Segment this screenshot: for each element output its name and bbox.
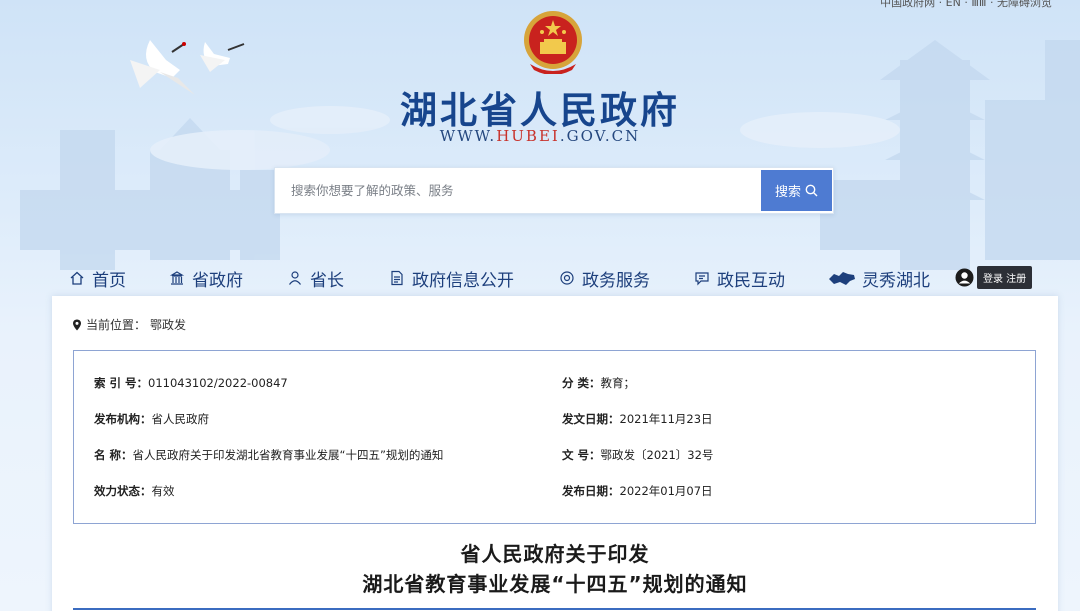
- nav-government[interactable]: 省政府: [168, 262, 243, 294]
- search-button-label: 搜索: [774, 185, 801, 200]
- meta-issue-date: 发文日期：2021年11月23日: [562, 412, 713, 426]
- search-button[interactable]: 搜索: [761, 170, 832, 211]
- person-icon: [286, 269, 304, 287]
- meta-status: 效力状态：有效: [94, 484, 175, 498]
- crane-bird-icon: [200, 42, 245, 72]
- nav-interaction[interactable]: 政民互动: [693, 262, 785, 294]
- location-pin-icon: [73, 319, 81, 330]
- document-title-line1: 省人民政府关于印发: [460, 542, 650, 566]
- meta-name: 名 称：省人民政府关于印发湖北省教育事业发展“十四五”规划的通知: [94, 448, 444, 462]
- meta-category: 分 类：教育；: [562, 376, 636, 390]
- search-bar: 搜索: [274, 167, 834, 214]
- meta-publisher: 发布机构：省人民政府: [94, 412, 209, 426]
- nav-services[interactable]: 政务服务: [558, 262, 650, 294]
- search-input[interactable]: [275, 168, 761, 213]
- main-nav: 首页 省政府 省长 政府信息公开 政务服务 政民互动 灵秀湖北 登录 注册: [0, 262, 1080, 294]
- service-icon: [558, 269, 576, 287]
- content-panel: 当前位置： 鄂政发 索 引 号：011043102/2022-00847 分 类：…: [52, 296, 1058, 611]
- meta-index: 索 引 号：011043102/2022-00847: [94, 376, 288, 390]
- nav-gov-info[interactable]: 政府信息公开: [388, 262, 514, 294]
- breadcrumb-prefix: 当前位置：: [86, 318, 147, 332]
- hubei-map-icon: [828, 269, 856, 287]
- nav-lingxiu-hubei[interactable]: 灵秀湖北: [828, 262, 930, 294]
- user-avatar-icon: [955, 268, 974, 287]
- home-icon: [68, 269, 86, 287]
- login-register-button[interactable]: 登录 注册: [977, 266, 1033, 289]
- nav-governor[interactable]: 省长: [286, 262, 344, 294]
- meta-doc-number: 文 号：鄂政发〔2021〕32号: [562, 448, 714, 462]
- building-icon: [168, 269, 186, 287]
- breadcrumb: 当前位置： 鄂政发: [72, 316, 186, 333]
- meta-publish-date: 发布日期：2022年01月07日: [562, 484, 713, 498]
- document-metadata: 索 引 号：011043102/2022-00847 分 类：教育； 发布机构：…: [73, 350, 1036, 524]
- top-links[interactable]: 中国政府网 · EN · ⅢⅢ · 无障碍浏览: [880, 0, 1052, 10]
- search-icon: [805, 184, 818, 197]
- document-title-line2: 湖北省教育事业发展“十四五”规划的通知: [362, 572, 748, 596]
- nav-home[interactable]: 首页: [68, 262, 126, 294]
- divider: [73, 608, 1036, 610]
- site-url: WWW.HUBEI.GOV.CN: [439, 127, 641, 145]
- document-icon: [388, 269, 406, 287]
- national-emblem-icon: [524, 11, 582, 74]
- login-area: 登录 注册: [955, 266, 1033, 289]
- chat-icon: [693, 269, 711, 287]
- site-title: 湖北省人民政府: [400, 89, 680, 132]
- breadcrumb-current[interactable]: 鄂政发: [150, 316, 186, 333]
